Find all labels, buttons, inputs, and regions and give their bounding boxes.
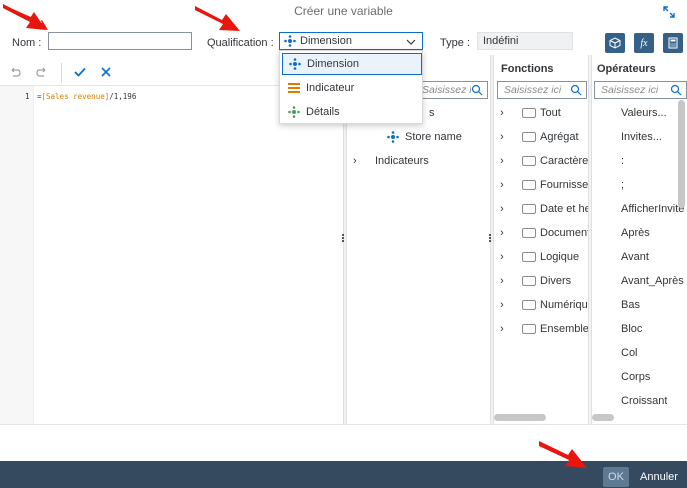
arrow-icon — [3, 4, 48, 30]
arrow-icon — [539, 441, 587, 468]
arrow-icon — [195, 6, 240, 31]
annotation-arrows — [3, 4, 587, 468]
